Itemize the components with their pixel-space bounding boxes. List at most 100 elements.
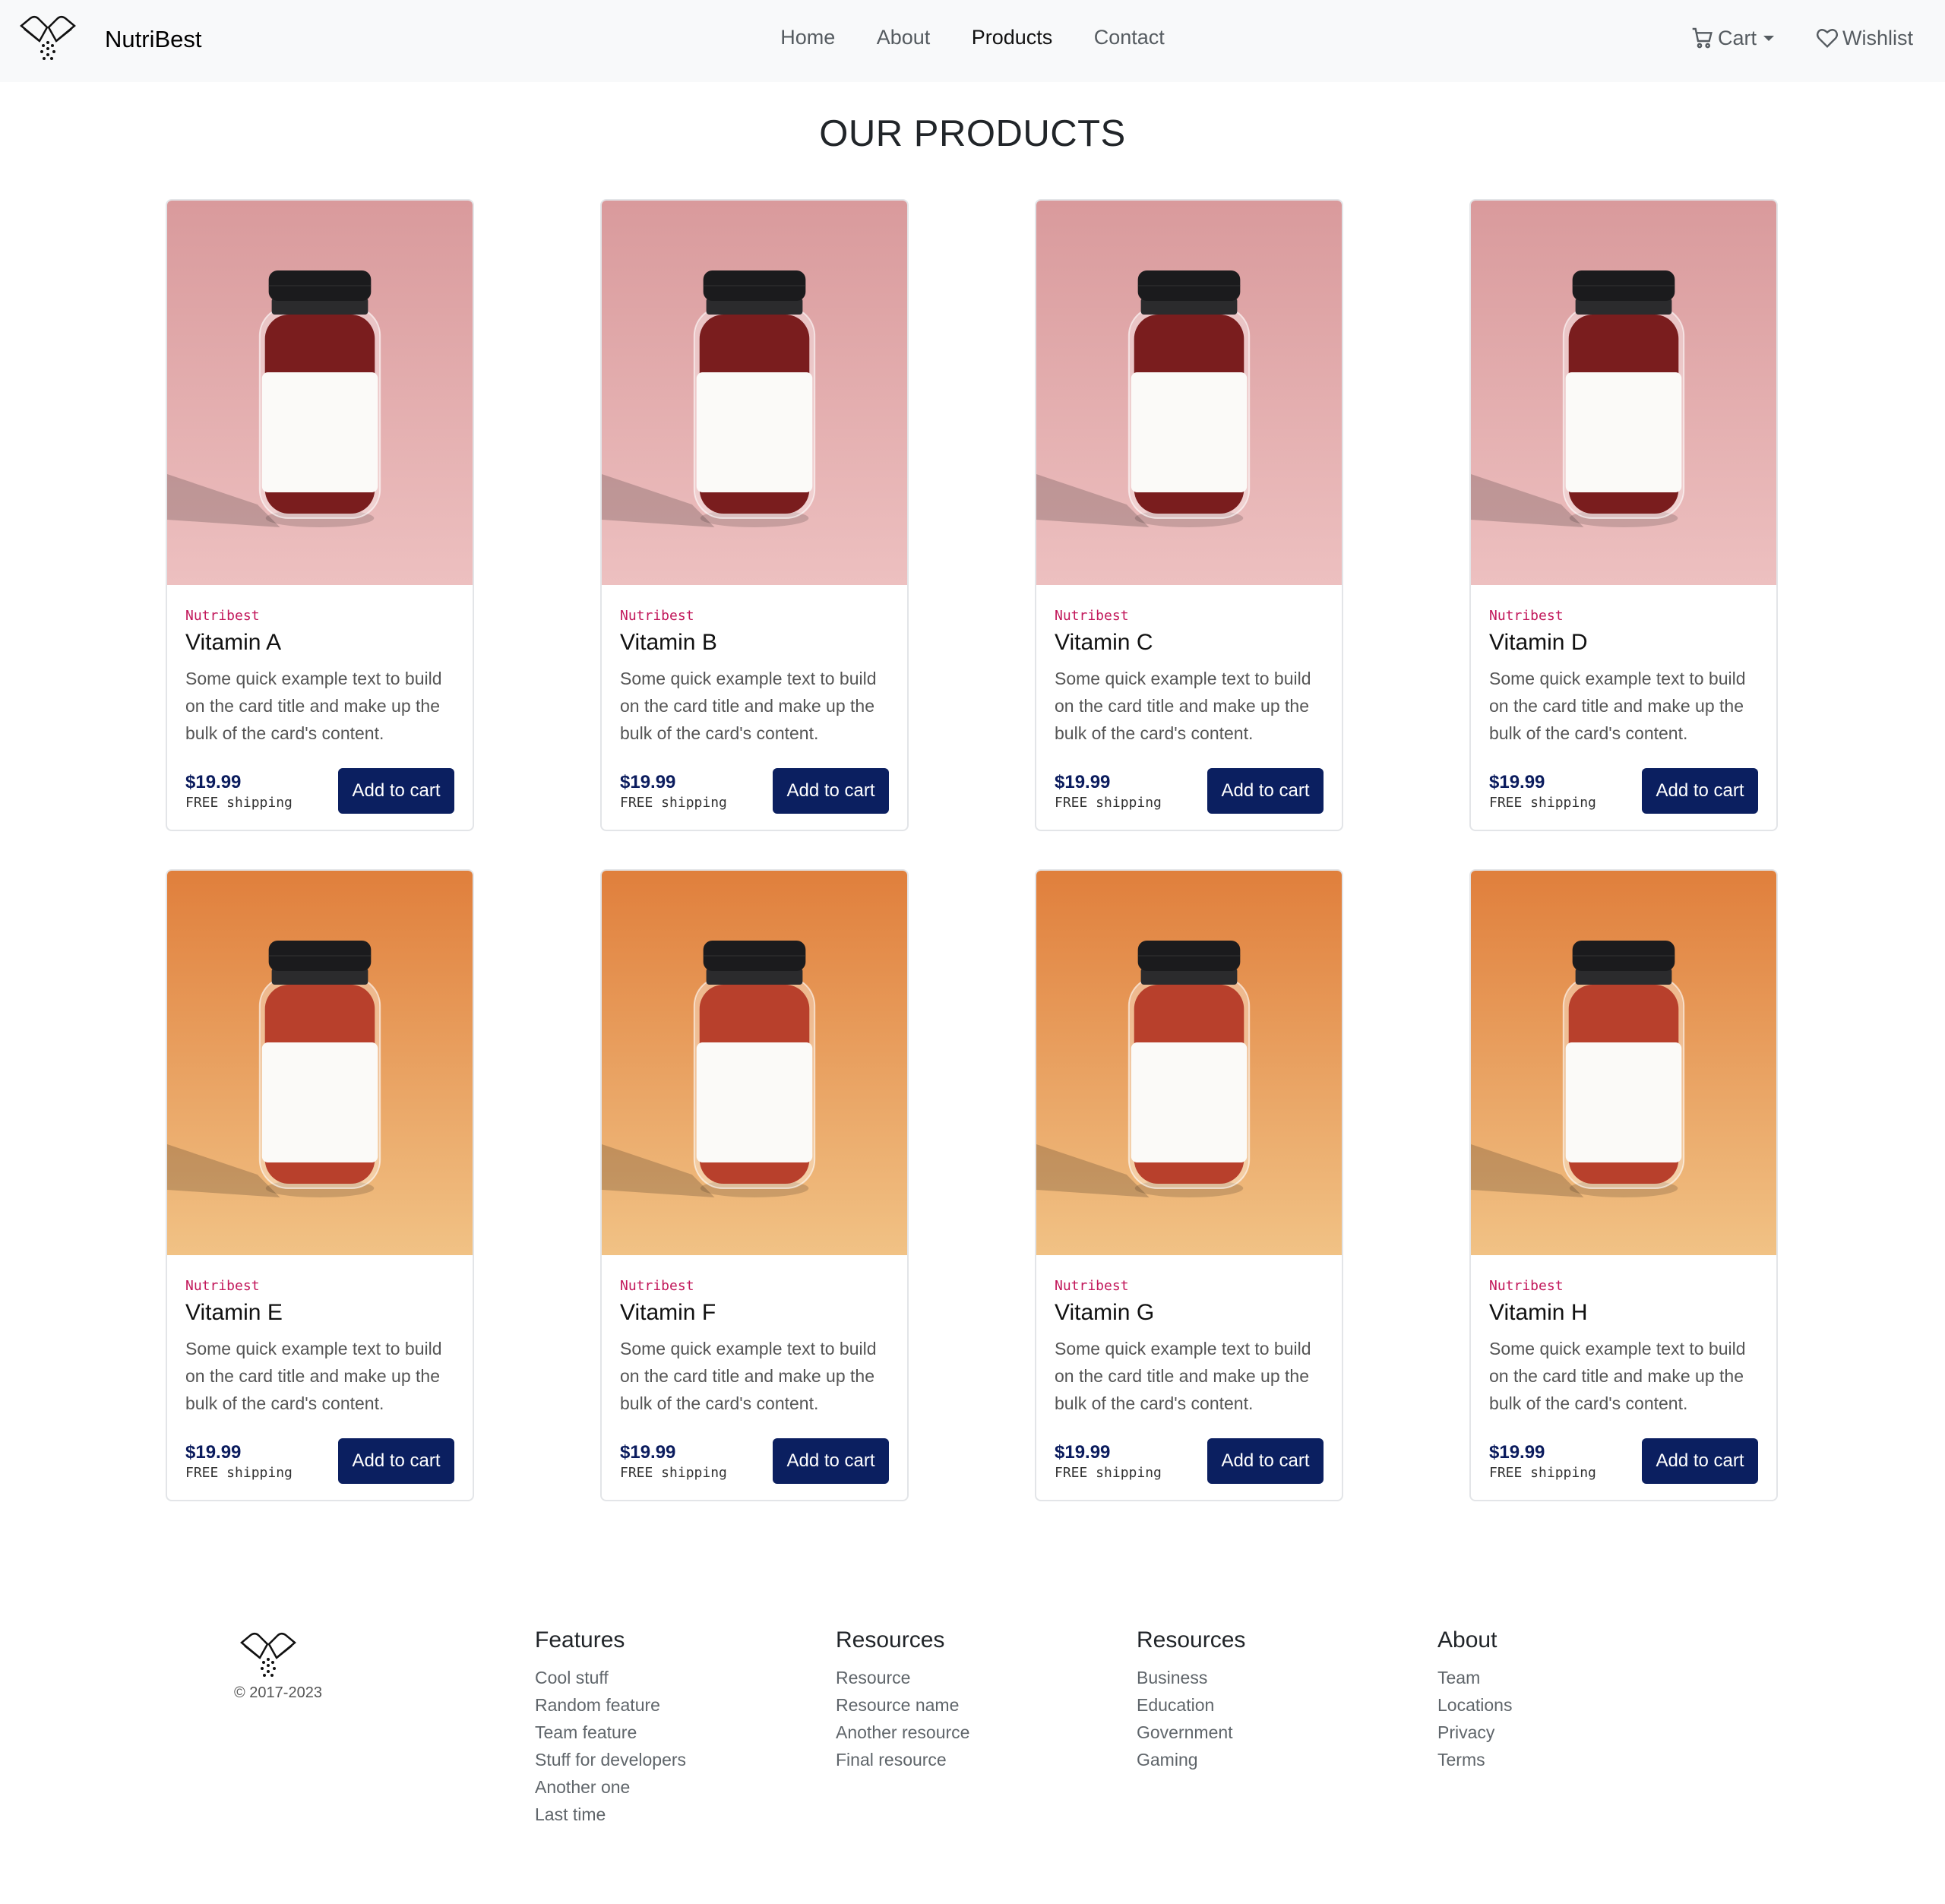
nav-products[interactable]: Products (972, 26, 1053, 49)
add-to-cart-button[interactable]: Add to cart (338, 768, 454, 814)
card-footer: $19.99 FREE shipping Add to cart (1055, 768, 1324, 814)
product-image (167, 201, 473, 585)
bottle-image (167, 201, 473, 585)
wishlist-link[interactable]: Wishlist (1815, 26, 1913, 50)
nav-contact[interactable]: Contact (1094, 26, 1165, 49)
bottle-image (1036, 871, 1342, 1255)
product-price: $19.99 (1055, 771, 1111, 792)
product-card: Nutribest Vitamin A Some quick example t… (166, 199, 474, 831)
price-block: $19.99 FREE shipping (1055, 772, 1162, 811)
footer-logo-icon (240, 1633, 296, 1677)
footer-link[interactable]: Stuff for developers (535, 1746, 686, 1773)
footer-link[interactable]: Last time (535, 1801, 686, 1828)
bottle-image (1471, 201, 1776, 585)
product-name: Vitamin B (620, 630, 717, 655)
product-image (602, 201, 907, 585)
price-block: $19.99 FREE shipping (620, 772, 727, 811)
footer-link[interactable]: Another resource (836, 1719, 969, 1746)
product-price: $19.99 (620, 771, 676, 792)
product-image (1036, 871, 1342, 1255)
footer-col-resources: Resources Resource Resource name Another… (836, 1627, 969, 1773)
add-to-cart-button[interactable]: Add to cart (773, 1438, 889, 1484)
product-card: Nutribest Vitamin H Some quick example t… (1469, 869, 1778, 1501)
shipping-info: FREE shipping (1489, 794, 1596, 811)
product-brand: Nutribest (1055, 1278, 1129, 1294)
card-body: Nutribest Vitamin H Some quick example t… (1471, 1255, 1776, 1484)
product-price: $19.99 (1489, 1441, 1545, 1463)
footer-link[interactable]: Random feature (535, 1691, 686, 1719)
shipping-info: FREE shipping (620, 794, 727, 811)
product-description: Some quick example text to build on the … (185, 669, 442, 743)
footer-link[interactable]: Privacy (1437, 1719, 1512, 1746)
nav-links: Home About Products Contact (0, 26, 1945, 49)
add-to-cart-button[interactable]: Add to cart (1207, 1438, 1324, 1484)
footer-link[interactable]: Business (1137, 1664, 1245, 1691)
footer-col-title: Features (535, 1627, 625, 1653)
cart-label: Cart (1717, 26, 1757, 49)
product-brand: Nutribest (1489, 1278, 1564, 1294)
footer-link[interactable]: Team (1437, 1664, 1512, 1691)
cart-dropdown[interactable]: Cart (1690, 26, 1774, 50)
card-footer: $19.99 FREE shipping Add to cart (1055, 1438, 1324, 1484)
card-footer: $19.99 FREE shipping Add to cart (1489, 1438, 1758, 1484)
footer-link[interactable]: Terms (1437, 1746, 1512, 1773)
bottle-image (167, 871, 473, 1255)
product-price: $19.99 (620, 1441, 676, 1463)
footer-link[interactable]: Team feature (535, 1719, 686, 1746)
footer-col-title: About (1437, 1627, 1497, 1653)
heart-icon (1816, 29, 1839, 49)
nav-about[interactable]: About (877, 26, 931, 49)
footer-link[interactable]: Another one (535, 1773, 686, 1801)
card-footer: $19.99 FREE shipping Add to cart (1489, 768, 1758, 814)
card-footer: $19.99 FREE shipping Add to cart (185, 768, 454, 814)
add-to-cart-button[interactable]: Add to cart (1642, 768, 1758, 814)
add-to-cart-button[interactable]: Add to cart (773, 768, 889, 814)
card-body: Nutribest Vitamin C Some quick example t… (1036, 585, 1342, 814)
product-description: Some quick example text to build on the … (185, 1339, 442, 1413)
footer-link[interactable]: Resource (836, 1664, 969, 1691)
product-brand: Nutribest (185, 608, 260, 624)
product-name: Vitamin C (1055, 630, 1153, 655)
add-to-cart-button[interactable]: Add to cart (1642, 1438, 1758, 1484)
nav-right: Cart Wishlist (1690, 26, 1913, 50)
add-to-cart-button[interactable]: Add to cart (338, 1438, 454, 1484)
product-brand: Nutribest (620, 1278, 694, 1294)
add-to-cart-button[interactable]: Add to cart (1207, 768, 1324, 814)
card-body: Nutribest Vitamin F Some quick example t… (602, 1255, 907, 1484)
product-name: Vitamin G (1055, 1300, 1155, 1325)
product-description: Some quick example text to build on the … (1489, 1339, 1746, 1413)
bottle-image (602, 201, 907, 585)
card-body: Nutribest Vitamin A Some quick example t… (167, 585, 473, 814)
product-name: Vitamin A (185, 630, 282, 655)
product-name: Vitamin F (620, 1300, 716, 1325)
shipping-info: FREE shipping (1055, 1464, 1162, 1481)
price-block: $19.99 FREE shipping (620, 1442, 727, 1481)
footer-link[interactable]: Cool stuff (535, 1664, 686, 1691)
footer-link[interactable]: Final resource (836, 1746, 969, 1773)
product-name: Vitamin E (185, 1300, 283, 1325)
footer-link[interactable]: Resource name (836, 1691, 969, 1719)
price-block: $19.99 FREE shipping (185, 1442, 293, 1481)
footer-link[interactable]: Gaming (1137, 1746, 1245, 1773)
footer-link[interactable]: Locations (1437, 1691, 1512, 1719)
product-name: Vitamin H (1489, 1300, 1588, 1325)
footer-col-about: About Team Locations Privacy Terms (1437, 1627, 1512, 1773)
product-price: $19.99 (1489, 771, 1545, 792)
nav-home[interactable]: Home (780, 26, 835, 49)
navbar: NutriBest Home About Products Contact Ca… (0, 0, 1945, 82)
shipping-info: FREE shipping (620, 1464, 727, 1481)
product-brand: Nutribest (1055, 608, 1129, 624)
product-description: Some quick example text to build on the … (1489, 669, 1746, 743)
product-price: $19.99 (185, 771, 242, 792)
product-price: $19.99 (1055, 1441, 1111, 1463)
shipping-info: FREE shipping (185, 794, 293, 811)
footer-link[interactable]: Education (1137, 1691, 1245, 1719)
shipping-info: FREE shipping (185, 1464, 293, 1481)
product-card: Nutribest Vitamin F Some quick example t… (600, 869, 909, 1501)
price-block: $19.99 FREE shipping (1055, 1442, 1162, 1481)
footer-col-title: Resources (1137, 1627, 1246, 1653)
product-card: Nutribest Vitamin C Some quick example t… (1035, 199, 1343, 831)
page-title: OUR PRODUCTS (819, 113, 1126, 154)
product-description: Some quick example text to build on the … (1055, 1339, 1311, 1413)
footer-link[interactable]: Government (1137, 1719, 1245, 1746)
